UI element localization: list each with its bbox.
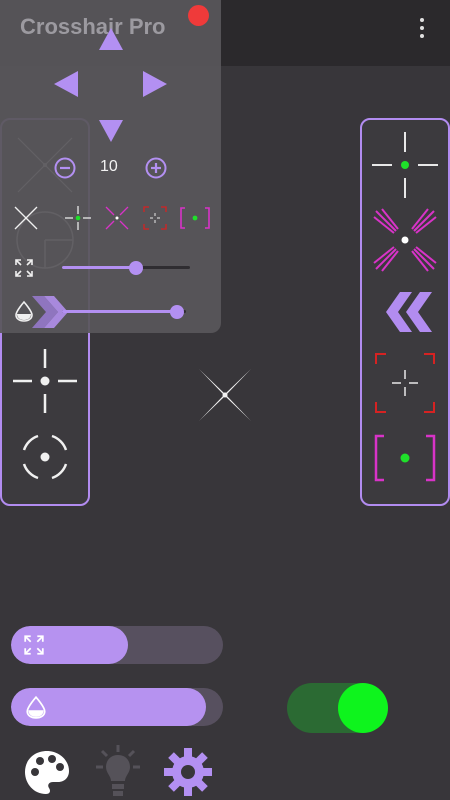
palette-icon[interactable]: [22, 748, 72, 798]
opacity-slider[interactable]: [62, 304, 186, 320]
style-option-x[interactable]: [12, 204, 40, 232]
expand-icon: [15, 259, 33, 277]
size-slider[interactable]: [62, 260, 190, 276]
style-option-magenta-spikes[interactable]: [103, 204, 131, 232]
crosshair-toggle-knob[interactable]: [338, 683, 388, 733]
style-option-green-cross[interactable]: [63, 204, 93, 232]
crosshair-option-red-bracket[interactable]: [370, 348, 440, 418]
expand-icon: [24, 635, 44, 655]
style-option-magenta-bracket[interactable]: [178, 204, 212, 232]
more-menu-icon[interactable]: [412, 14, 432, 44]
size-slider-thumb[interactable]: [129, 261, 144, 275]
crosshair-option-double-chevron[interactable]: [370, 282, 440, 342]
crosshair-option-green-dot-cross[interactable]: [370, 130, 440, 200]
lightbulb-icon[interactable]: [90, 743, 146, 800]
minus-icon[interactable]: [54, 157, 76, 179]
up-arrow-icon[interactable]: [98, 27, 124, 51]
close-icon[interactable]: [188, 5, 209, 26]
crosshair-option-classic-dot[interactable]: [10, 346, 80, 416]
right-arrow-icon[interactable]: [142, 70, 168, 98]
down-arrow-icon[interactable]: [98, 119, 124, 143]
crosshair-option-magenta-bracket[interactable]: [370, 424, 440, 494]
app-title: Crosshair Pro: [20, 14, 166, 39]
opacity-slider-thumb[interactable]: [170, 305, 185, 319]
size-value: 10: [100, 158, 118, 175]
size-slider-fill: [62, 266, 137, 269]
left-arrow-icon[interactable]: [53, 70, 79, 98]
opacity-slider-fill: [62, 310, 178, 313]
style-option-red-bracket[interactable]: [141, 204, 169, 232]
active-crosshair: [199, 369, 251, 421]
gear-icon[interactable]: [162, 746, 214, 798]
opacity-drop-icon: [26, 695, 46, 719]
crosshair-option-broken-circle[interactable]: [10, 422, 80, 492]
crosshair-option-magenta-spikes[interactable]: [370, 205, 440, 275]
plus-icon[interactable]: [145, 157, 167, 179]
